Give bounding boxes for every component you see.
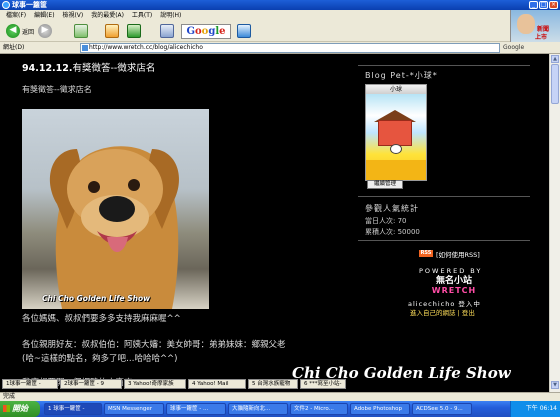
start-label: 開始 [12, 404, 28, 413]
menu-help[interactable]: 說明(H) [160, 12, 181, 19]
google-toolbar-button[interactable]: Google [181, 24, 231, 39]
taskbar-item[interactable]: MSN Messenger [104, 403, 164, 415]
maximize-button[interactable]: □ [539, 1, 548, 9]
scroll-up-icon[interactable]: ▲ [551, 55, 559, 63]
forward-button[interactable]: ▶ [38, 24, 52, 38]
taskbar-item[interactable]: Adobe Photoshop [350, 403, 410, 415]
scroll-down-icon[interactable]: ▼ [551, 381, 559, 389]
url-input[interactable]: http://www.wretch.cc/blog/alicechicho [80, 43, 500, 53]
sidebar-divider [358, 240, 530, 241]
thumbnail-face [517, 14, 535, 34]
blog-pet-widget[interactable]: 小球 [365, 84, 427, 181]
page-tab[interactable]: 2球事一籮筐 - 9 [60, 379, 122, 389]
sidebar-divider [358, 65, 530, 66]
windows-logo-icon [3, 405, 10, 412]
start-button[interactable]: 開始 [0, 401, 40, 417]
dog-illustration [49, 146, 180, 309]
back-label: 返回 [22, 29, 35, 36]
tools-icon[interactable] [237, 24, 251, 38]
stat-label: 累積人次: [365, 228, 396, 236]
menu-tools[interactable]: 工具(T) [132, 12, 152, 19]
refresh-icon[interactable] [74, 24, 88, 38]
page-content: 94.12.12.有獎徵答--徵求店名 有獎徵答--徵求店名 Chi Cho G… [0, 54, 549, 392]
post-line: 各位親朋好友：叔叔伯伯：阿姨大嬸：美女帥哥：弟弟妹妹：鄉親父老 [22, 340, 286, 350]
ie-icon [2, 1, 10, 9]
google-letter: G [186, 26, 195, 37]
system-tray: 下午 06:14 [510, 401, 560, 417]
taskbar-item[interactable]: 文件2 - Micro... [290, 403, 348, 415]
stat-value: 50000 [397, 228, 420, 236]
clock: 下午 06:14 [525, 405, 557, 412]
stat-label: 當日人次: [365, 217, 396, 225]
taskbar-item[interactable]: 大貓隨新向北... [228, 403, 288, 415]
logo-line-1: 無名小站 [435, 276, 472, 286]
menu-bar: 檔案(F) 編輯(E) 檢視(V) 我的最愛(A) 工具(T) 說明(H) [0, 10, 510, 21]
close-button[interactable]: × [549, 1, 558, 9]
pet-scene [366, 94, 426, 180]
thumbnail-text-2: 上市 [535, 34, 548, 41]
post-date: 94.12.12. [22, 63, 73, 74]
pet-widget-title: 小球 [366, 85, 426, 94]
stat-value: 70 [397, 217, 407, 225]
post-subtitle: 有獎徵答--徵求店名 [22, 85, 92, 94]
menu-edit[interactable]: 編輯(E) [34, 12, 54, 19]
menu-favorites[interactable]: 我的最愛(A) [91, 12, 124, 19]
powered-by: POWERED BY [419, 267, 483, 275]
page-tab[interactable]: 6 ***寫至小站- [300, 379, 346, 389]
post-line: 各位媽媽、叔叔們要多多支持我麻麻喔^^ [22, 314, 181, 324]
address-bar: 網址(D) http://www.wretch.cc/blog/alicechi… [0, 42, 560, 54]
package-icon[interactable] [127, 24, 141, 38]
page-tab[interactable]: 5 台灣水族寵物 [248, 379, 298, 389]
taskbar-item[interactable]: ACDSee 5.0 - 9... [412, 403, 472, 415]
status-bar: 完成 [0, 392, 560, 401]
title-bar: 球事一籮筐 [0, 0, 560, 10]
rss-icon[interactable]: RSS [419, 250, 433, 257]
taskbar-item[interactable]: 1 球事一籮筐 - [44, 403, 102, 415]
photo-watermark: Chi Cho Golden Life Show [42, 294, 151, 303]
page-tab[interactable]: 4 Yahoo! Mail [188, 379, 246, 389]
rss-help-link[interactable]: [如何使用RSS] [436, 249, 480, 259]
wretch-logo[interactable]: 無名小站 WRETCH [428, 276, 480, 296]
google-letter: o [195, 26, 202, 37]
pet-house [378, 120, 412, 146]
taskbar-item[interactable]: 球事一籮筐 - ... [166, 403, 226, 415]
window-title: 球事一籮筐 [12, 1, 47, 9]
stat-today: 當日人次: 70 [365, 216, 407, 226]
post-title[interactable]: 94.12.12.有獎徵答--徵求店名 [22, 60, 155, 74]
page-icon [82, 45, 88, 51]
menu-file[interactable]: 檔案(F) [6, 12, 26, 19]
address-label: 網址(D) [3, 44, 25, 51]
dog-photo: Chi Cho Golden Life Show [22, 109, 209, 309]
page-tab[interactable]: 1球事一籮筐 - [2, 379, 58, 389]
pet-ground [366, 160, 426, 180]
browser-window: 球事一籮筐 檔案(F) 編輯(E) 檢視(V) 我的最愛(A) 工具(T) 說明… [0, 0, 560, 417]
url-text: http://www.wretch.cc/blog/alicechicho [89, 44, 203, 51]
vertical-scrollbar[interactable]: ▲ ▼ [549, 54, 560, 392]
pet-icon [390, 144, 402, 154]
stats-heading: 參觀人氣統計 [365, 204, 419, 213]
taskbar: 開始 1 球事一籮筐 - MSN Messenger 球事一籮筐 - ... 大… [0, 401, 560, 417]
scroll-thumb[interactable] [551, 64, 559, 104]
post-line: (哈~這樣的點名，夠多了吧…哈哈哈^^) [22, 354, 178, 364]
box-icon[interactable] [105, 24, 119, 38]
status-text: 完成 [3, 393, 16, 400]
google-search-label[interactable]: Google [503, 43, 524, 53]
google-letter: e [219, 26, 226, 37]
cube-icon[interactable] [160, 24, 174, 38]
back-button[interactable]: ◀ [6, 24, 20, 38]
page-tab-strip: 1球事一籮筐 - 2球事一籮筐 - 9 3 Yahoo!奇摩家族 4 Yahoo… [0, 379, 549, 390]
pet-heading: Blog Pet-*小球* [365, 71, 438, 80]
page-tab[interactable]: 3 Yahoo!奇摩家族 [124, 379, 186, 389]
post-title-text: 有獎徵答--徵求店名 [72, 63, 156, 74]
toolbar: ◀ 返回 ▶ Google [0, 21, 510, 42]
corner-thumbnail: 新聞 上市 [510, 10, 560, 42]
minimize-button[interactable]: _ [529, 1, 538, 9]
blog-links[interactable]: 進入自己的網誌 | 登出 [410, 307, 475, 317]
logo-line-2: WRETCH [431, 286, 477, 295]
pet-manage-button[interactable]: 繼續管理 [367, 180, 403, 189]
stat-total: 累積人次: 50000 [365, 227, 420, 237]
menu-view[interactable]: 檢視(V) [62, 12, 83, 19]
sidebar-divider [358, 196, 530, 197]
